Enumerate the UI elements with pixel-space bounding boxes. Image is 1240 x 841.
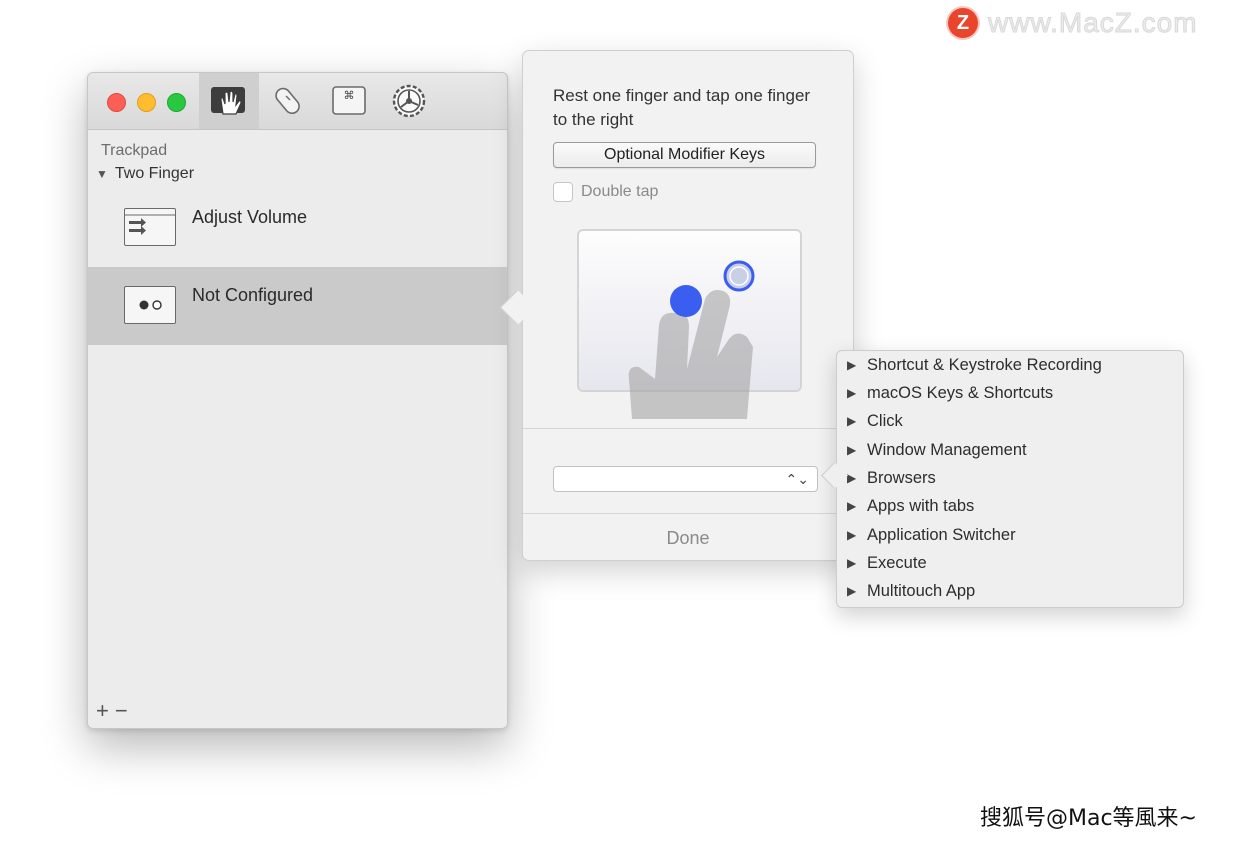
submenu-triangle-icon: ▶ bbox=[847, 414, 857, 428]
done-button[interactable]: Done bbox=[523, 528, 853, 549]
action-category-menu: ▶ Shortcut & Keystroke Recording ▶ macOS K… bbox=[836, 350, 1184, 608]
submenu-triangle-icon: ▶ bbox=[847, 386, 857, 400]
watermark-footer: 搜狐号@Mac等風来~ bbox=[980, 806, 1197, 831]
watermark-site-text: www.MacZ.com bbox=[988, 7, 1198, 39]
menu-item-application-switcher[interactable]: ▶ Application Switcher bbox=[847, 521, 1016, 549]
settings-gear-icon bbox=[391, 83, 427, 119]
swipe-arrows-icon bbox=[124, 208, 176, 246]
gesture-row-adjust-volume[interactable]: Adjust Volume bbox=[88, 188, 507, 266]
gesture-popover: Rest one finger and tap one finger to th… bbox=[522, 50, 854, 561]
tab-magic-mouse[interactable] bbox=[259, 73, 319, 129]
gesture-label: Not Configured bbox=[192, 285, 314, 305]
menu-item-multitouch-app[interactable]: ▶ Multitouch App bbox=[847, 577, 975, 605]
rest-tap-icon bbox=[124, 286, 176, 324]
submenu-triangle-icon: ▶ bbox=[847, 556, 857, 570]
menu-item-label: macOS Keys & Shortcuts bbox=[867, 383, 1054, 402]
tab-settings[interactable] bbox=[379, 73, 439, 129]
submenu-triangle-icon: ▶ bbox=[847, 358, 857, 372]
disclosure-triangle-icon[interactable]: ▼ bbox=[96, 167, 108, 181]
double-tap-checkbox[interactable] bbox=[553, 182, 573, 202]
chevron-updown-icon: ⌃⌄ bbox=[785, 471, 809, 487]
tab-trackpad[interactable] bbox=[199, 73, 259, 129]
group-disclosure[interactable]: ▼ Two Finger bbox=[96, 165, 194, 183]
minimize-window-button[interactable] bbox=[137, 93, 156, 112]
toolbar: ⌘ bbox=[88, 73, 507, 130]
menu-item-label: Execute bbox=[867, 553, 927, 572]
menu-item-apps-with-tabs[interactable]: ▶ Apps with tabs bbox=[847, 492, 974, 520]
submenu-triangle-icon: ▶ bbox=[847, 471, 857, 485]
remove-button[interactable]: − bbox=[115, 698, 134, 723]
menu-item-label: Browsers bbox=[867, 468, 936, 487]
macz-logo: Z bbox=[948, 8, 978, 38]
menu-item-label: Click bbox=[867, 411, 903, 430]
svg-text:⌘: ⌘ bbox=[344, 89, 355, 102]
menu-item-label: Window Management bbox=[867, 440, 1027, 459]
popover-divider-bottom bbox=[523, 513, 853, 514]
gesture-label: Adjust Volume bbox=[192, 207, 308, 227]
trackpad-hand-icon bbox=[209, 84, 249, 118]
submenu-triangle-icon: ▶ bbox=[847, 443, 857, 457]
preferences-window: ⌘ Trackpad ▼ Two Finger Adjust Volume No… bbox=[87, 72, 508, 729]
group-label: Two Finger bbox=[114, 165, 195, 182]
gesture-hand-illustration bbox=[628, 260, 755, 419]
submenu-triangle-icon: ▶ bbox=[847, 499, 857, 513]
magic-mouse-icon bbox=[272, 84, 306, 118]
close-window-button[interactable] bbox=[107, 93, 126, 112]
menu-item-label: Application Switcher bbox=[867, 525, 1016, 544]
menu-item-window-management[interactable]: ▶ Window Management bbox=[847, 436, 1027, 464]
submenu-triangle-icon: ▶ bbox=[847, 584, 857, 598]
menu-item-label: Apps with tabs bbox=[867, 496, 975, 515]
section-title: Trackpad bbox=[101, 142, 168, 159]
menu-item-execute[interactable]: ▶ Execute bbox=[847, 549, 927, 577]
keyboard-icon: ⌘ bbox=[331, 85, 367, 117]
action-select[interactable]: ⌃⌄ bbox=[553, 466, 818, 492]
tab-keyboard[interactable]: ⌘ bbox=[319, 73, 379, 129]
menu-item-browsers[interactable]: ▶ Browsers bbox=[847, 464, 936, 492]
double-tap-label: Double tap bbox=[581, 183, 659, 200]
gesture-row-not-configured[interactable]: Not Configured bbox=[88, 267, 507, 345]
add-button[interactable]: + bbox=[96, 698, 115, 723]
popover-divider bbox=[523, 428, 853, 429]
menu-item-click[interactable]: ▶ Click bbox=[847, 407, 903, 435]
zoom-window-button[interactable] bbox=[167, 93, 186, 112]
menu-item-shortcut-recording[interactable]: ▶ Shortcut & Keystroke Recording bbox=[847, 351, 1102, 379]
submenu-triangle-icon: ▶ bbox=[847, 528, 857, 542]
watermark-top: Z www.MacZ.com bbox=[948, 6, 1198, 40]
menu-item-macos-keys[interactable]: ▶ macOS Keys & Shortcuts bbox=[847, 379, 1053, 407]
list-footer: +− bbox=[96, 698, 134, 724]
menu-item-label: Shortcut & Keystroke Recording bbox=[867, 355, 1102, 374]
optional-modifier-keys-button[interactable]: Optional Modifier Keys bbox=[553, 142, 816, 168]
double-tap-option[interactable]: Double tap bbox=[553, 182, 658, 202]
menu-item-label: Multitouch App bbox=[867, 581, 976, 600]
gesture-instruction: Rest one finger and tap one finger to th… bbox=[553, 86, 811, 129]
